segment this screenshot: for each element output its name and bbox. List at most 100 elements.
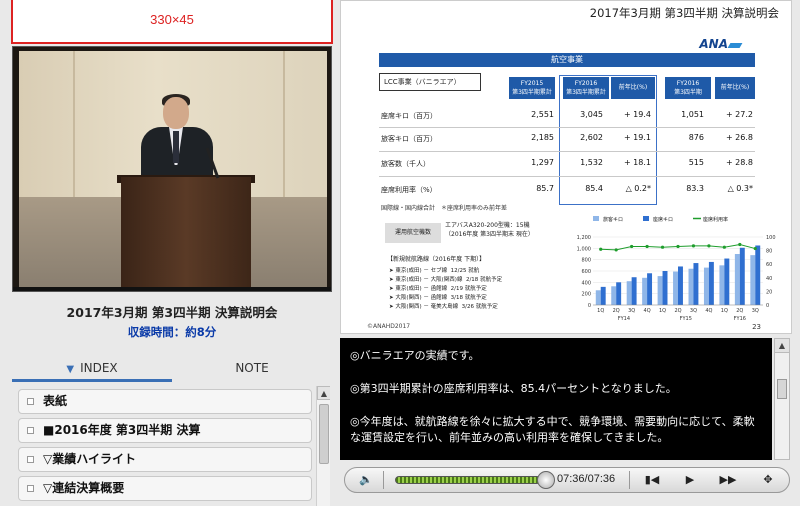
copyright: ©ANAHD2017 bbox=[367, 323, 411, 330]
tab-index[interactable]: ▼ INDEX bbox=[12, 356, 172, 382]
app-root: 330×45 2017年3月期 第3四半期 決算説明会 収録時間：約8分 ▼ IN… bbox=[0, 0, 800, 506]
x-tick: 2Q bbox=[674, 308, 681, 314]
index-item[interactable]: ▽連結決算概要 bbox=[18, 476, 312, 501]
routes-heading: 【新規就航路線（2016年度 下期）】 bbox=[387, 256, 486, 263]
legend-label: 旅客キロ bbox=[603, 216, 623, 223]
video-floor bbox=[13, 287, 331, 291]
lcc-label: LCC事業（バニラエア） bbox=[379, 73, 481, 91]
load-factor-point bbox=[707, 244, 711, 248]
passenger-chart: 旅客キロ 座席キロ 座席利用率1,2001,00080060040020001008… bbox=[577, 216, 776, 322]
scroll-thumb[interactable] bbox=[319, 404, 329, 464]
cell: + 27.2 bbox=[725, 110, 753, 119]
bar-seat-km bbox=[616, 282, 622, 305]
seek-bar[interactable] bbox=[395, 476, 541, 484]
podium bbox=[121, 177, 251, 287]
y-tick-left: 800 bbox=[581, 258, 591, 264]
slide-header: 2017年3月期 第3四半期 決算説明会 bbox=[589, 6, 779, 20]
ad-banner[interactable]: 330×45 bbox=[11, 0, 333, 44]
x-tick: 1Q bbox=[721, 308, 728, 314]
x-group-label: FY14 bbox=[618, 316, 630, 322]
cell: 515 bbox=[688, 158, 704, 167]
speaker-head bbox=[163, 97, 189, 129]
bar-seat-km bbox=[600, 286, 606, 305]
scroll-up-icon[interactable]: ▲ bbox=[775, 339, 789, 353]
y-tick-left: 400 bbox=[581, 280, 591, 286]
bar-seat-km bbox=[662, 271, 668, 305]
divider bbox=[629, 471, 630, 489]
video-title-box: 2017年3月期 第3四半期 決算説明会 収録時間：約8分 bbox=[12, 298, 332, 339]
row-label: 座席キロ（百万） bbox=[381, 112, 437, 120]
caption-scrollbar[interactable]: ▲ bbox=[774, 338, 790, 460]
fullscreen-icon[interactable]: ✥ bbox=[753, 468, 783, 492]
x-tick: 1Q bbox=[659, 308, 666, 314]
load-factor-point bbox=[722, 245, 726, 249]
route-item: ➤ 東京(成田) － 函館線 2/19 就航予定 bbox=[389, 286, 487, 292]
legend-label: 座席利用率 bbox=[703, 216, 728, 223]
load-factor-point bbox=[738, 242, 742, 247]
ad-label: 330×45 bbox=[150, 12, 194, 27]
y-tick-right: 0 bbox=[766, 303, 769, 309]
index-item[interactable]: 表紙 bbox=[18, 389, 312, 414]
y-tick-left: 200 bbox=[581, 292, 591, 298]
load-factor-point bbox=[691, 244, 696, 248]
fleet-text: エアバスA320-200型機：15機 （2016年度 第3四半期末 現在） bbox=[445, 222, 534, 238]
x-tick: 4Q bbox=[644, 308, 651, 314]
cell: + 28.8 bbox=[725, 158, 753, 167]
cell: 3,045 bbox=[580, 110, 603, 119]
cell: 1,532 bbox=[580, 158, 603, 167]
volume-icon[interactable]: 🔈 bbox=[351, 468, 381, 492]
bar-seat-km bbox=[708, 261, 714, 305]
time-display: 07:36/07:36 bbox=[557, 473, 616, 485]
row-separator bbox=[379, 127, 755, 128]
y-tick-left: 0 bbox=[588, 303, 591, 309]
video-player[interactable] bbox=[12, 46, 332, 292]
skip-back-icon[interactable]: ▮◀ bbox=[637, 468, 667, 492]
index-list: 表紙 ■2016年度 第3四半期 決算 ▽業績ハイライト ▽連結決算概要 ▲ bbox=[12, 386, 330, 506]
x-tick: 3Q bbox=[690, 308, 697, 314]
x-tick: 2Q bbox=[613, 308, 620, 314]
cell: 876 bbox=[688, 133, 704, 142]
play-icon[interactable]: ▶ bbox=[675, 468, 705, 492]
bar-seat-km bbox=[693, 263, 699, 305]
bar-passenger-km bbox=[657, 276, 663, 305]
route-item: ➤ 東京(成田) － 大阪(関西)線 2/18 就航予定 bbox=[389, 277, 503, 283]
scroll-up-icon[interactable]: ▲ bbox=[317, 386, 330, 400]
tab-index-label: INDEX bbox=[80, 361, 118, 375]
y-tick-right: 20 bbox=[766, 289, 772, 295]
bar-passenger-km bbox=[750, 255, 756, 305]
video-duration: 収録時間：約8分 bbox=[127, 325, 217, 339]
tab-note[interactable]: NOTE bbox=[172, 356, 332, 382]
scroll-thumb[interactable] bbox=[777, 379, 787, 399]
x-tick: 4Q bbox=[705, 308, 712, 314]
y-tick-right: 40 bbox=[766, 276, 772, 282]
caption-panel: ◎バニラエアの実績です。 ◎第3四半期累計の座席利用率は、85.4パーセントとな… bbox=[340, 338, 772, 460]
caption-line: ◎第3四半期累計の座席利用率は、85.4パーセントとなりました。 bbox=[350, 382, 677, 395]
slide-banner: 航空事業 bbox=[379, 53, 755, 67]
caption-line: ◎バニラエアの実績です。 bbox=[350, 349, 480, 362]
load-factor-point bbox=[753, 246, 757, 251]
bullet-icon bbox=[27, 485, 34, 492]
x-group-label: FY15 bbox=[680, 316, 692, 322]
index-item[interactable]: ▽業績ハイライト bbox=[18, 447, 312, 472]
fleet-label: 運用航空機数 bbox=[385, 223, 441, 243]
bar-seat-km bbox=[647, 273, 653, 305]
row-label: 座席利用率（%） bbox=[381, 186, 437, 194]
load-factor-point bbox=[645, 244, 649, 249]
index-item-label: ▽業績ハイライト bbox=[43, 452, 136, 466]
fast-forward-icon[interactable]: ▶▶ bbox=[713, 468, 743, 492]
cell: 2,185 bbox=[531, 133, 554, 142]
x-tick: 2Q bbox=[736, 308, 743, 314]
video-title: 2017年3月期 第3四半期 決算説明会 bbox=[66, 305, 278, 320]
seek-handle[interactable] bbox=[537, 471, 555, 489]
cell: 1,297 bbox=[531, 158, 554, 167]
load-factor-point bbox=[660, 245, 665, 249]
load-factor-point bbox=[630, 244, 634, 249]
index-scrollbar[interactable]: ▲ bbox=[316, 386, 330, 506]
bullet-icon bbox=[27, 456, 34, 463]
cell: + 19.1 bbox=[623, 133, 651, 142]
index-item[interactable]: ■2016年度 第3四半期 決算 bbox=[18, 418, 312, 443]
bar-passenger-km bbox=[626, 281, 632, 305]
bar-passenger-km bbox=[611, 286, 617, 305]
col-header-fy15: FY2015 第3四半期累計 bbox=[509, 77, 555, 99]
bar-passenger-km bbox=[719, 265, 725, 305]
